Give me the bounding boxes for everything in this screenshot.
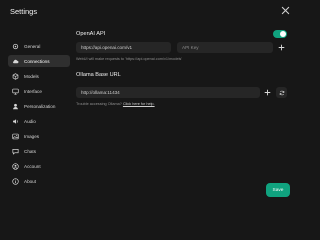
info-icon — [12, 177, 19, 185]
sidebar-item-personalization[interactable]: Personalization — [8, 100, 70, 112]
gear-icon — [12, 43, 19, 50]
toggle-knob — [280, 31, 286, 37]
ollama-section-title: Ollama Base URL — [76, 72, 121, 78]
openai-enable-toggle[interactable] — [273, 30, 287, 38]
sidebar-item-interface[interactable]: Interface — [8, 85, 70, 97]
save-button[interactable]: Save — [266, 183, 290, 197]
ollama-help-text: Trouble accessing Ollama? Click here for… — [76, 102, 155, 106]
speaker-icon — [12, 118, 19, 125]
openai-base-url-input[interactable]: https://api.openai.com/v1 — [76, 42, 171, 53]
sidebar-item-label: Connections — [24, 58, 50, 64]
sidebar-item-label: Personalization — [24, 103, 56, 109]
chat-icon — [12, 148, 19, 155]
user-icon — [12, 103, 19, 110]
sidebar-item-about[interactable]: About — [8, 175, 70, 187]
sidebar-item-label: Images — [24, 133, 40, 139]
sidebar-item-images[interactable]: Images — [8, 130, 70, 142]
sidebar-item-audio[interactable]: Audio — [8, 115, 70, 127]
monitor-icon — [12, 88, 19, 95]
openai-section-title: OpenAI API — [76, 31, 106, 37]
trouble-text: Trouble accessing Ollama? — [76, 102, 122, 106]
sidebar-item-label: Models — [24, 73, 39, 79]
account-icon — [12, 162, 19, 170]
ollama-base-url-input[interactable]: http://ollama:11434 — [76, 87, 260, 98]
sidebar-item-label: General — [24, 43, 41, 49]
sidebar-item-connections[interactable]: Connections — [8, 55, 70, 67]
add-ollama-icon[interactable] — [264, 89, 271, 96]
openai-hint-text: WebUI will make requests to 'https://api… — [76, 57, 183, 61]
cloud-icon — [12, 58, 19, 65]
sidebar-item-label: About — [24, 178, 37, 184]
sidebar-item-general[interactable]: General — [8, 40, 70, 52]
refresh-icon[interactable] — [276, 87, 287, 98]
close-icon[interactable] — [281, 6, 290, 15]
sidebar-item-label: Interface — [24, 88, 42, 94]
sidebar-item-label: Audio — [24, 118, 36, 124]
image-icon — [12, 133, 19, 140]
settings-sidebar: General Connections Models Interface Per… — [8, 40, 70, 190]
cube-icon — [12, 72, 19, 80]
add-connection-icon[interactable] — [278, 44, 285, 51]
openai-api-key-input[interactable]: API Key — [177, 42, 273, 53]
sidebar-item-label: Account — [24, 163, 41, 169]
sidebar-item-chats[interactable]: Chats — [8, 145, 70, 157]
help-link[interactable]: Click here for help. — [123, 102, 155, 106]
sidebar-item-label: Chats — [24, 148, 37, 154]
sidebar-item-models[interactable]: Models — [8, 70, 70, 82]
sidebar-item-account[interactable]: Account — [8, 160, 70, 172]
settings-title: Settings — [10, 7, 38, 16]
